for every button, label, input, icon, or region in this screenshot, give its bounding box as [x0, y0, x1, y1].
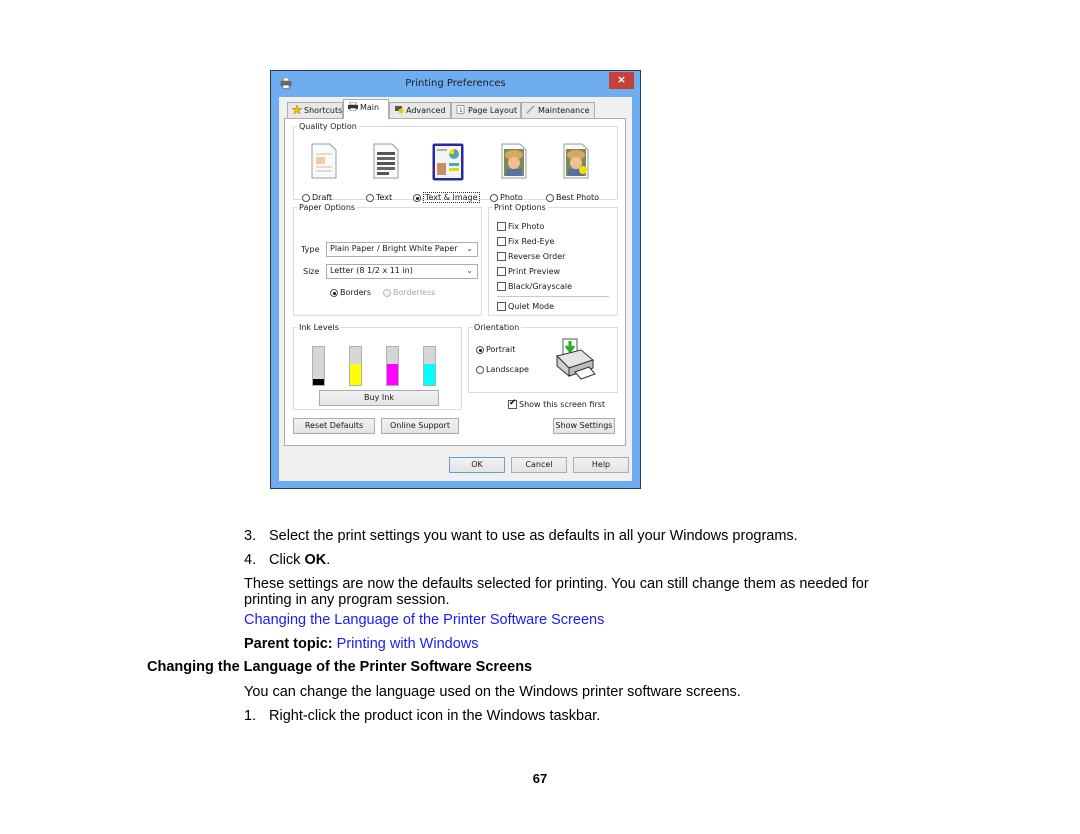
- fix-red-eye-option[interactable]: Fix Red-Eye: [497, 234, 572, 249]
- ink-fill-cyan: [424, 364, 435, 385]
- size-label: Size: [303, 267, 320, 276]
- chevron-down-icon: ⌄: [466, 266, 473, 275]
- quality-draft[interactable]: Draft: [294, 143, 354, 202]
- paper-size-select[interactable]: Letter (8 1/2 x 11 in) ⌄: [326, 264, 478, 279]
- ink-fill-black: [313, 379, 324, 385]
- ink-level-black: [312, 346, 325, 386]
- tab-maintenance[interactable]: Maintenance: [521, 102, 595, 118]
- paper-type-select[interactable]: Plain Paper / Bright White Paper ⌄: [326, 242, 478, 257]
- text-and-image-radio[interactable]: [413, 194, 421, 202]
- step-4: 4. Click OK.: [244, 552, 331, 568]
- page-layout-icon: 1: [456, 105, 466, 114]
- main-tab-panel: Quality Option Draft Text Text & Image P…: [284, 118, 626, 446]
- wrench-icon: [526, 105, 536, 114]
- quality-text[interactable]: Text: [356, 143, 416, 202]
- quality-option-legend: Quality Option: [299, 122, 357, 131]
- best-photo-radio[interactable]: [546, 194, 554, 202]
- title-bar: Printing Preferences ×: [271, 71, 640, 97]
- advanced-settings-icon: [394, 105, 404, 114]
- parent-topic: Parent topic: Printing with Windows: [244, 636, 479, 652]
- borderless-option[interactable]: Borderless: [383, 288, 435, 297]
- show-settings-button[interactable]: Show Settings: [553, 418, 615, 434]
- page-number: 67: [532, 771, 548, 786]
- ink-level-cyan: [423, 346, 436, 386]
- ink-levels-legend: Ink Levels: [299, 323, 339, 332]
- defaults-paragraph-line-1: These settings are now the defaults sele…: [244, 576, 869, 592]
- fix-red-eye-checkbox[interactable]: [497, 237, 506, 246]
- borderless-radio[interactable]: [383, 289, 391, 297]
- print-preview-checkbox[interactable]: [497, 267, 506, 276]
- orientation-legend: Orientation: [474, 323, 520, 332]
- cancel-button[interactable]: Cancel: [511, 457, 567, 473]
- quality-text-and-image[interactable]: Text & Image: [413, 143, 480, 203]
- quiet-mode-checkbox[interactable]: [497, 302, 506, 311]
- tab-shortcuts[interactable]: Shortcuts: [287, 102, 343, 118]
- ink-fill-yellow: [350, 364, 361, 385]
- printing-preferences-dialog: Printing Preferences × Shortcuts Main Ad…: [270, 70, 641, 489]
- show-screen-first-checkbox[interactable]: [508, 398, 517, 409]
- star-icon: [291, 104, 303, 115]
- quality-photo[interactable]: Photo: [484, 143, 544, 202]
- parent-topic-link[interactable]: Printing with Windows: [337, 636, 479, 652]
- borders-radio[interactable]: [330, 289, 338, 297]
- orientation-group: Orientation Portrait Landscape: [468, 323, 618, 393]
- paper-options-group: Paper Options Type Plain Paper / Bright …: [293, 203, 482, 316]
- black-grayscale-option[interactable]: Black/Grayscale: [497, 279, 572, 294]
- ok-button[interactable]: OK: [449, 457, 505, 473]
- portrait-radio[interactable]: [476, 346, 484, 354]
- related-topic-link[interactable]: Changing the Language of the Printer Sof…: [244, 612, 604, 629]
- buy-ink-button[interactable]: Buy Ink: [319, 390, 439, 406]
- tab-advanced[interactable]: Advanced: [389, 102, 451, 118]
- online-support-button[interactable]: Online Support: [381, 418, 459, 434]
- defaults-paragraph-line-2: printing in any program session.: [244, 592, 450, 608]
- portrait-option[interactable]: Portrait: [476, 345, 515, 354]
- text-and-image-document-icon: [432, 143, 464, 181]
- svg-text:1: 1: [459, 107, 463, 114]
- section-heading: Changing the Language of the Printer Sof…: [147, 659, 533, 675]
- text-radio[interactable]: [366, 194, 374, 202]
- quiet-mode-option[interactable]: Quiet Mode: [497, 302, 554, 311]
- black-grayscale-checkbox[interactable]: [497, 282, 506, 291]
- dialog-client-area: Shortcuts Main Advanced 1 Page Layout Mai…: [279, 97, 632, 481]
- tab-page-layout[interactable]: 1 Page Layout: [451, 102, 521, 118]
- print-preview-option[interactable]: Print Preview: [497, 264, 572, 279]
- dialog-title: Printing Preferences: [405, 78, 506, 89]
- show-screen-first-option[interactable]: Show this screen first: [508, 398, 605, 409]
- photo-radio[interactable]: [490, 194, 498, 202]
- fix-photo-option[interactable]: Fix Photo: [497, 219, 572, 234]
- close-button[interactable]: ×: [609, 72, 634, 89]
- chevron-down-icon: ⌄: [466, 244, 473, 253]
- portrait-printer-icon: [556, 338, 596, 380]
- type-label: Type: [301, 245, 320, 254]
- ink-level-yellow: [349, 346, 362, 386]
- section-intro: You can change the language used on the …: [244, 684, 741, 700]
- landscape-option[interactable]: Landscape: [476, 365, 529, 374]
- divider: [497, 296, 609, 297]
- printer-icon: [348, 101, 358, 112]
- ink-level-magenta: [386, 346, 399, 386]
- step-3: 3. Select the print settings you want to …: [244, 528, 798, 544]
- draft-document-icon: [310, 143, 338, 179]
- best-photo-document-icon: [562, 143, 590, 179]
- reverse-order-option[interactable]: Reverse Order: [497, 249, 572, 264]
- borders-option[interactable]: Borders: [330, 288, 371, 297]
- reset-defaults-button[interactable]: Reset Defaults: [293, 418, 375, 434]
- ink-fill-magenta: [387, 364, 398, 385]
- paper-options-legend: Paper Options: [299, 203, 356, 212]
- fix-photo-checkbox[interactable]: [497, 222, 506, 231]
- text-document-icon: [372, 143, 400, 179]
- step-1: 1. Right-click the product icon in the Wi…: [244, 708, 601, 724]
- reverse-order-checkbox[interactable]: [497, 252, 506, 261]
- photo-document-icon: [500, 143, 528, 179]
- tab-main[interactable]: Main: [343, 99, 389, 119]
- print-options-group: Print Options Fix Photo Fix Red-Eye Reve…: [488, 203, 618, 316]
- landscape-radio[interactable]: [476, 366, 484, 374]
- ink-levels-group: Ink Levels Buy Ink: [293, 323, 462, 410]
- print-options-legend: Print Options: [494, 203, 546, 212]
- help-button[interactable]: Help: [573, 457, 629, 473]
- draft-radio[interactable]: [302, 194, 310, 202]
- quality-best-photo[interactable]: Best Photo: [546, 143, 606, 202]
- quality-option-group: Quality Option Draft Text Text & Image P…: [293, 122, 618, 203]
